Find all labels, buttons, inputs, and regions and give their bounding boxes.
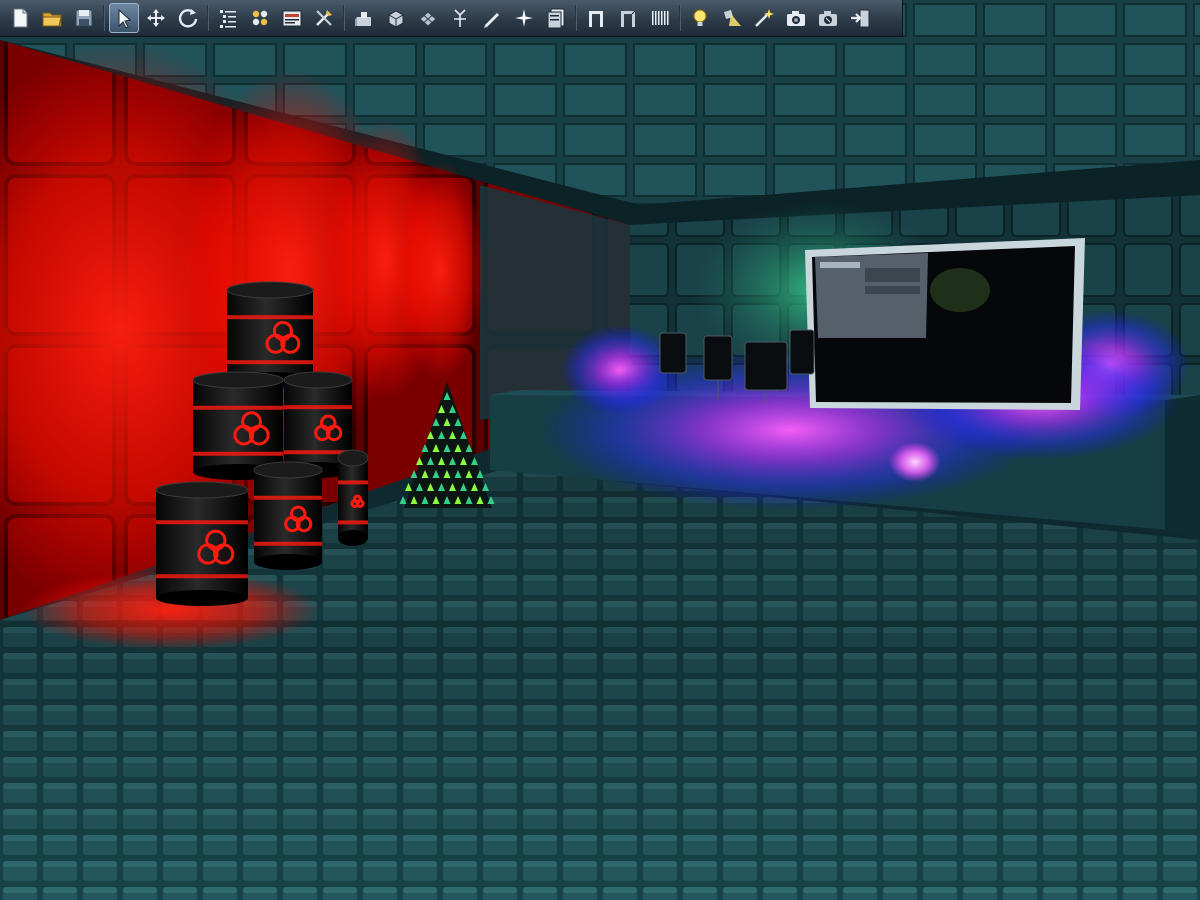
spotlight-icon	[724, 10, 741, 26]
new-file-button[interactable]	[5, 3, 35, 33]
brush-button[interactable]	[477, 3, 507, 33]
cube-button[interactable]	[381, 3, 411, 33]
barcode-button[interactable]	[645, 3, 675, 33]
properties-panel-button[interactable]	[277, 3, 307, 33]
bulb-icon	[693, 9, 707, 26]
tools-icon	[316, 10, 332, 26]
cube-icon	[388, 10, 404, 28]
camera-alt-icon	[819, 11, 837, 26]
open-folder-icon	[42, 12, 62, 27]
camera-button[interactable]	[781, 3, 811, 33]
mesh-button[interactable]	[413, 3, 443, 33]
door-frame-right-icon	[621, 10, 636, 27]
camera-alt-button[interactable]	[813, 3, 843, 33]
toolbar-separator	[103, 5, 105, 31]
biohazard-barrel	[337, 449, 369, 546]
components-button[interactable]	[245, 3, 275, 33]
bulb-button[interactable]	[685, 3, 715, 33]
exit-button[interactable]	[845, 3, 875, 33]
wall-monitor[interactable]	[805, 238, 1085, 410]
save-button[interactable]	[69, 3, 99, 33]
properties-panel-icon	[282, 10, 302, 27]
select-arrow-icon	[118, 8, 132, 29]
new-file-icon	[13, 8, 28, 28]
3d-viewport[interactable]	[0, 0, 1200, 900]
texture-sheet-icon	[547, 8, 565, 29]
object-spawn-icon	[355, 12, 371, 26]
mesh-icon	[419, 11, 437, 27]
door-frame-button[interactable]	[581, 3, 611, 33]
rotate-button[interactable]	[173, 3, 203, 33]
main-toolbar	[0, 0, 903, 37]
toolbar-separator	[679, 5, 681, 31]
object-spawn-button[interactable]	[349, 3, 379, 33]
open-folder-button[interactable]	[37, 3, 67, 33]
components-icon	[252, 10, 268, 26]
barcode-icon	[652, 11, 669, 25]
spotlight-button[interactable]	[717, 3, 747, 33]
particles-icon	[454, 9, 466, 27]
scene-tree-button[interactable]	[213, 3, 243, 33]
door-frame-icon	[589, 11, 603, 27]
camera-icon	[787, 11, 805, 26]
toolbar-separator	[575, 5, 577, 31]
tools-button[interactable]	[309, 3, 339, 33]
toolbar-separator	[207, 5, 209, 31]
light-wand-button[interactable]	[749, 3, 779, 33]
particles-button[interactable]	[445, 3, 475, 33]
rotate-icon	[178, 9, 198, 28]
brush-icon	[484, 13, 499, 28]
door-frame-right-button[interactable]	[613, 3, 643, 33]
spark-button[interactable]	[509, 3, 539, 33]
light-wand-icon	[755, 9, 774, 27]
exit-icon	[851, 9, 870, 28]
level-scene[interactable]	[0, 0, 1200, 900]
texture-sheet-button[interactable]	[541, 3, 571, 33]
biohazard-barrel	[155, 481, 249, 606]
triangle-crate	[405, 483, 412, 491]
move-icon	[147, 9, 165, 27]
biohazard-barrel	[253, 461, 323, 570]
toolbar-separator	[343, 5, 345, 31]
spark-icon	[515, 9, 533, 27]
save-icon	[75, 9, 93, 27]
scene-tree-icon	[220, 10, 236, 28]
move-button[interactable]	[141, 3, 171, 33]
select-arrow-button[interactable]	[109, 3, 139, 33]
